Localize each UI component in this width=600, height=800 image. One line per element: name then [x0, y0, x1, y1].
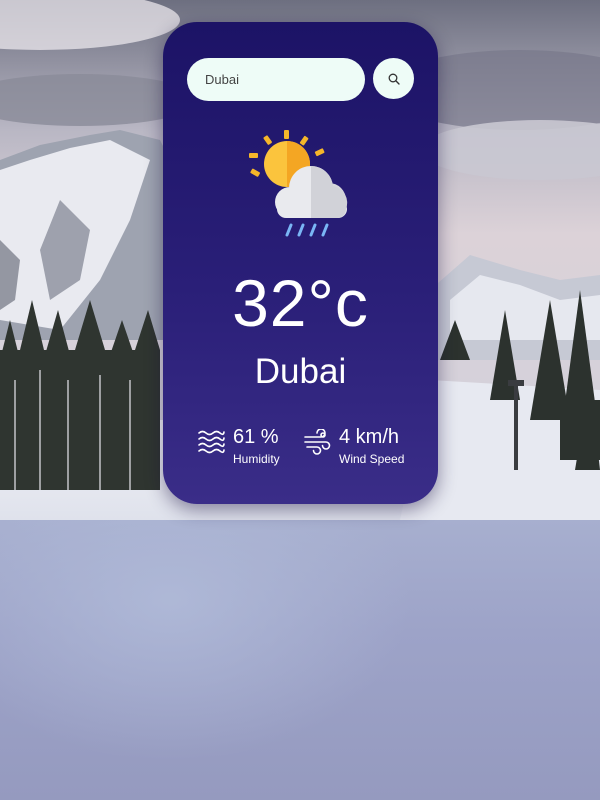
- background-lower: [0, 520, 600, 800]
- search-button[interactable]: [373, 58, 414, 99]
- sun-cloud-rain-icon: [249, 130, 348, 237]
- temperature: 32°c: [232, 266, 369, 340]
- humidity-label: Humidity: [233, 452, 280, 466]
- wind-icon: [304, 429, 331, 455]
- waves-icon: [198, 430, 225, 454]
- search-icon: [388, 73, 400, 85]
- weather-card: 32°c Dubai 61 % Humidity 4 km/h: [163, 22, 438, 504]
- wind-value: 4 km/h: [339, 426, 400, 448]
- humidity-detail: 61 % Humidity: [197, 426, 280, 466]
- city-name: Dubai: [254, 352, 347, 391]
- wind-detail: 4 km/h Wind Speed: [303, 426, 404, 466]
- humidity-value: 61 %: [233, 426, 279, 448]
- wind-label: Wind Speed: [339, 452, 405, 466]
- search-input[interactable]: [187, 58, 365, 101]
